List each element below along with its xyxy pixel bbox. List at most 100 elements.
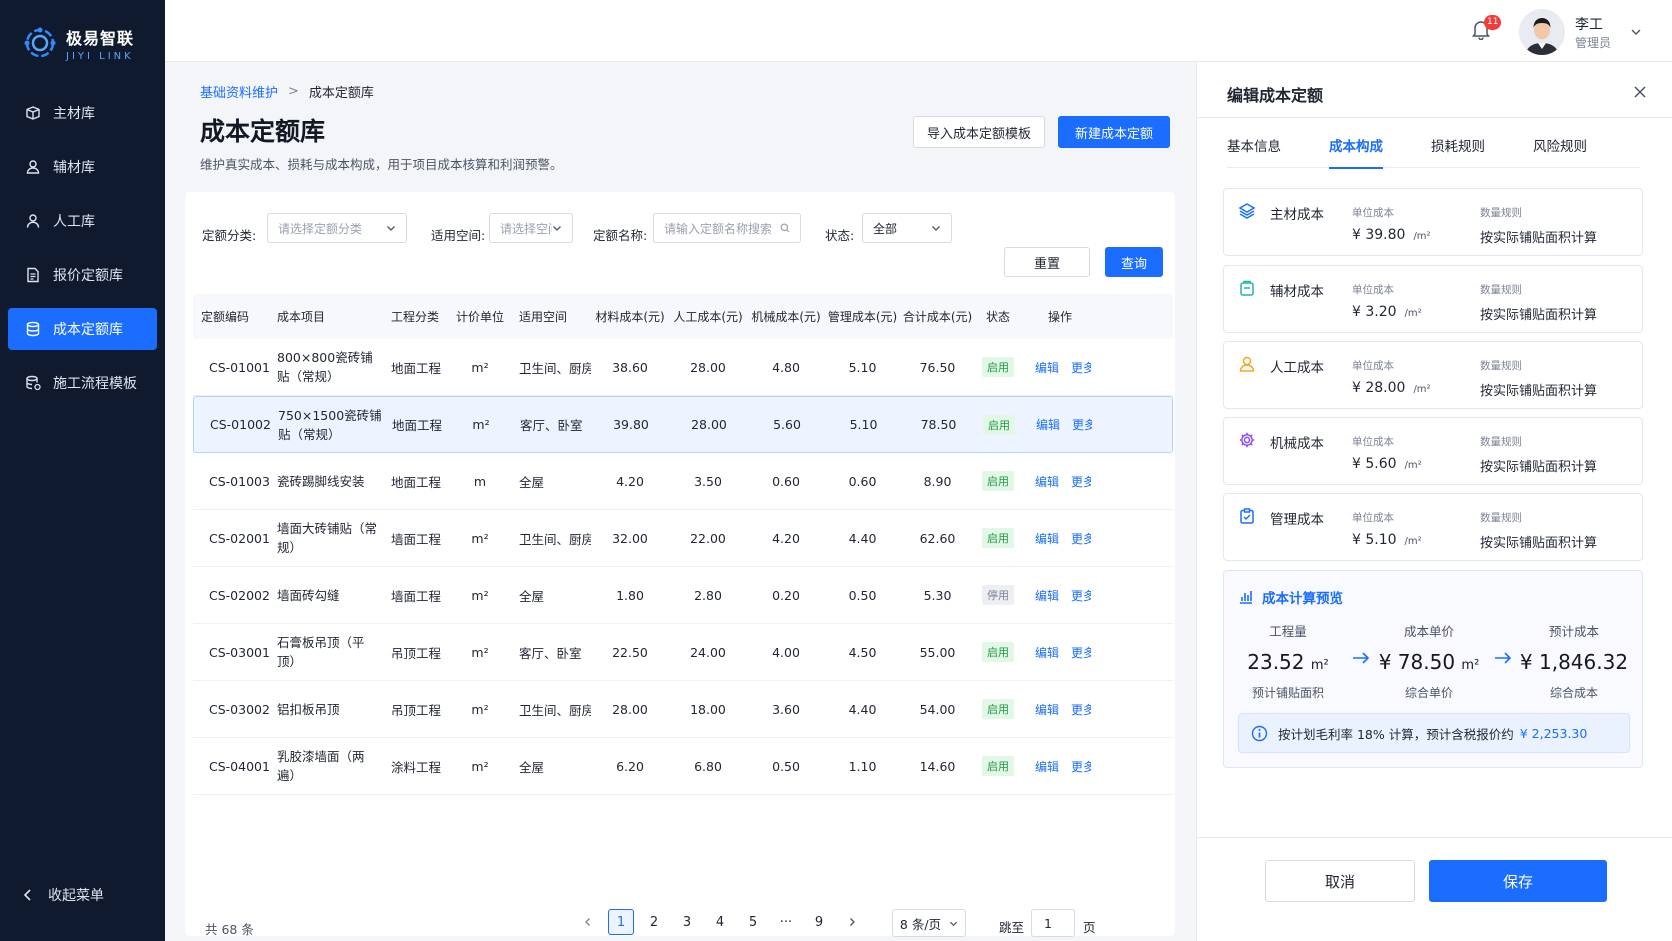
more-link[interactable]: 更多 xyxy=(1071,475,1091,489)
sidebar-item-aux-material[interactable]: 辅材库 xyxy=(8,146,157,188)
sidebar-item-cost[interactable]: 成本定额库 xyxy=(8,308,157,350)
table-row[interactable]: CS-01002 750×1500瓷砖铺贴（常规） 地面工程 m² 客厅、卧室 39.80… xyxy=(193,396,1173,453)
more-link[interactable]: 更多 xyxy=(1072,418,1092,432)
prev-page-button[interactable] xyxy=(575,909,601,935)
edit-link[interactable]: 编辑 xyxy=(1035,589,1059,603)
sidebar-item-quote[interactable]: 报价定额库 xyxy=(8,254,157,296)
cell-unit: m² xyxy=(471,644,489,660)
category-select-placeholder: 请选择定额分类 xyxy=(278,221,363,236)
page-4-button[interactable]: 4 xyxy=(707,909,733,935)
cost-item-card[interactable]: 机械成本 单位成本 ¥ 5.60/m² 数量规则 按实际铺贴面积计算 xyxy=(1223,417,1643,485)
unit-cost-value: ¥ 39.80/m² xyxy=(1352,227,1431,243)
arrow-right-icon xyxy=(1353,652,1370,664)
page-9-button[interactable]: 9 xyxy=(806,909,832,935)
page-ellipsis-button[interactable]: ··· xyxy=(773,909,799,935)
chevron-down-icon[interactable] xyxy=(1630,26,1642,38)
cost-quota-table: 定额编码 成本项目 工程分类 计价单位 适用空间 材料成本(元) 人工成本(元) 机械成本(元… xyxy=(193,294,1173,795)
qty-rule-label: 数量规则 xyxy=(1480,207,1522,219)
more-link[interactable]: 更多 xyxy=(1071,532,1091,546)
more-link[interactable]: 更多 xyxy=(1071,703,1091,717)
edit-link[interactable]: 编辑 xyxy=(1035,475,1059,489)
edit-link[interactable]: 编辑 xyxy=(1035,361,1059,375)
cell-machine: 5.60 xyxy=(773,417,801,432)
jump-label: 跳至 xyxy=(999,920,1025,935)
cost-item-card[interactable]: 辅材成本 单位成本 ¥ 3.20/m² 数量规则 按实际铺贴面积计算 xyxy=(1223,265,1643,333)
category-select[interactable]: 请选择定额分类 xyxy=(267,213,407,243)
name-search-input[interactable]: 请输入定额名称搜索 xyxy=(653,213,801,243)
tab-loss-rules[interactable]: 损耗规则 xyxy=(1431,122,1485,168)
import-template-button[interactable]: 导入成本定额模板 xyxy=(913,116,1045,148)
cell-category: 地面工程 xyxy=(391,360,442,376)
new-cost-quota-button[interactable]: 新建成本定额 xyxy=(1058,116,1170,148)
cost-item-card[interactable]: 主材成本 单位成本 ¥ 39.80/m² 数量规则 按实际铺贴面积计算 xyxy=(1223,188,1643,256)
page-1-button[interactable]: 1 xyxy=(608,909,634,935)
cancel-button[interactable]: 取消 xyxy=(1265,860,1415,902)
jump-page-input[interactable] xyxy=(1031,909,1075,937)
breadcrumb-parent[interactable]: 基础资料维护 xyxy=(200,82,278,101)
edit-link[interactable]: 编辑 xyxy=(1035,760,1059,774)
sidebar-item-labor[interactable]: 人工库 xyxy=(8,200,157,242)
next-page-button[interactable] xyxy=(839,909,865,935)
unit-cost-label: 单位成本 xyxy=(1352,284,1394,296)
query-button[interactable]: 查询 xyxy=(1105,247,1163,277)
cell-total: 62.60 xyxy=(919,530,956,546)
table-row[interactable]: CS-01001 800×800瓷砖铺贴（常规） 地面工程 m² 卫生间、厨房 38.60… xyxy=(193,339,1173,396)
notification-button[interactable]: 11 xyxy=(1470,15,1502,46)
page-2-button[interactable]: 2 xyxy=(641,909,667,935)
cost-item-card[interactable]: 人工成本 单位成本 ¥ 28.00/m² 数量规则 按实际铺贴面积计算 xyxy=(1223,341,1643,409)
sidebar-item-label: 报价定额库 xyxy=(53,268,123,284)
cell-material: 39.80 xyxy=(613,417,649,432)
reset-button[interactable]: 重置 xyxy=(1004,247,1090,277)
chevron-down-icon xyxy=(387,226,395,231)
more-link[interactable]: 更多 xyxy=(1071,361,1091,375)
unit-price-value: ¥ 78.50 xyxy=(1378,650,1456,674)
close-icon[interactable] xyxy=(1632,84,1648,100)
cell-machine: 0.50 xyxy=(772,758,800,774)
edit-link[interactable]: 编辑 xyxy=(1035,532,1059,546)
table-row[interactable]: CS-03001 石膏板吊顶（平顶） 吊顶工程 m² 客厅、卧室 22.50 24.00 4.… xyxy=(193,624,1173,681)
panel-footer-divider xyxy=(1197,837,1672,838)
table-row[interactable]: CS-02001 墙面大砖铺贴（常规） 墙面工程 m² 卫生间、厨房 32.00 22.00… xyxy=(193,510,1173,567)
status-badge: 启用 xyxy=(982,471,1014,491)
more-link[interactable]: 更多 xyxy=(1071,589,1091,603)
sidebar-item-flow[interactable]: 施工流程模板 xyxy=(8,362,157,404)
table-row[interactable]: CS-04001 乳胶漆墙面（两遍） 涂料工程 m² 全屋 6.20 6.80 0.50 1.1… xyxy=(193,738,1173,795)
preview-note-value: ¥ 2,253.30 xyxy=(1519,725,1588,741)
cell-space: 全屋 xyxy=(519,588,545,604)
table-row[interactable]: CS-03002 铝扣板吊顶 吊顶工程 m² 卫生间、厨房 28.00 18.00 3.60 4… xyxy=(193,681,1173,738)
unit-cost-label: 单位成本 xyxy=(1352,436,1394,448)
collapse-menu-button[interactable]: 收起菜单 xyxy=(22,885,104,905)
page-size-select[interactable]: 8 条/页 xyxy=(892,909,966,937)
column-header: 人工成本(元) xyxy=(673,310,743,324)
tab-basic-info[interactable]: 基本信息 xyxy=(1227,122,1281,168)
database-icon xyxy=(26,321,40,337)
save-button[interactable]: 保存 xyxy=(1429,860,1607,902)
edit-link[interactable]: 编辑 xyxy=(1035,703,1059,717)
tab-cost-composition[interactable]: 成本构成 xyxy=(1329,122,1383,169)
cell-category: 地面工程 xyxy=(392,418,443,433)
cell-machine: 4.00 xyxy=(772,644,800,660)
table-row[interactable]: CS-01003 瓷砖踢脚线安装 地面工程 m 全屋 4.20 3.50 0.60 0.60 8.… xyxy=(193,453,1173,510)
edit-link[interactable]: 编辑 xyxy=(1035,646,1059,660)
quantity-value-row: 23.52 m² xyxy=(1238,650,1338,674)
sidebar-item-main-material[interactable]: 主材库 xyxy=(8,92,157,134)
status-select[interactable]: 全部 xyxy=(862,213,952,243)
cost-item-card[interactable]: 管理成本 单位成本 ¥ 5.10/m² 数量规则 按实际铺贴面积计算 xyxy=(1223,493,1643,561)
edit-link[interactable]: 编辑 xyxy=(1036,418,1060,432)
avatar[interactable] xyxy=(1519,9,1565,55)
cell-code: CS-01001 xyxy=(209,359,269,375)
brand-logo[interactable]: 极易智联 JIYI LINK xyxy=(0,0,165,70)
cell-code: CS-03001 xyxy=(209,644,269,660)
jump-unit: 页 xyxy=(1083,920,1096,935)
tab-risk-rules[interactable]: 风险规则 xyxy=(1533,122,1587,168)
more-link[interactable]: 更多 xyxy=(1071,646,1091,660)
cost-preview: 成本计算预览 工程量 23.52 m² 预计铺贴面积 成本单价 ¥ 78.50 … xyxy=(1223,570,1643,768)
worker-icon xyxy=(1239,356,1255,372)
table-row[interactable]: CS-02002 墙面砖勾缝 墙面工程 m² 全屋 1.80 2.80 0.20 0.50 5.3… xyxy=(193,567,1173,624)
more-link[interactable]: 更多 xyxy=(1071,760,1091,774)
main-content: 基础资料维护 > 成本定额库 成本定额库 维护真实成本、损耗与成本构成，用于项目… xyxy=(165,62,1193,941)
page-5-button[interactable]: 5 xyxy=(740,909,766,935)
space-select[interactable]: 请选择空间 xyxy=(489,213,573,243)
page-3-button[interactable]: 3 xyxy=(674,909,700,935)
person-icon xyxy=(26,214,40,228)
